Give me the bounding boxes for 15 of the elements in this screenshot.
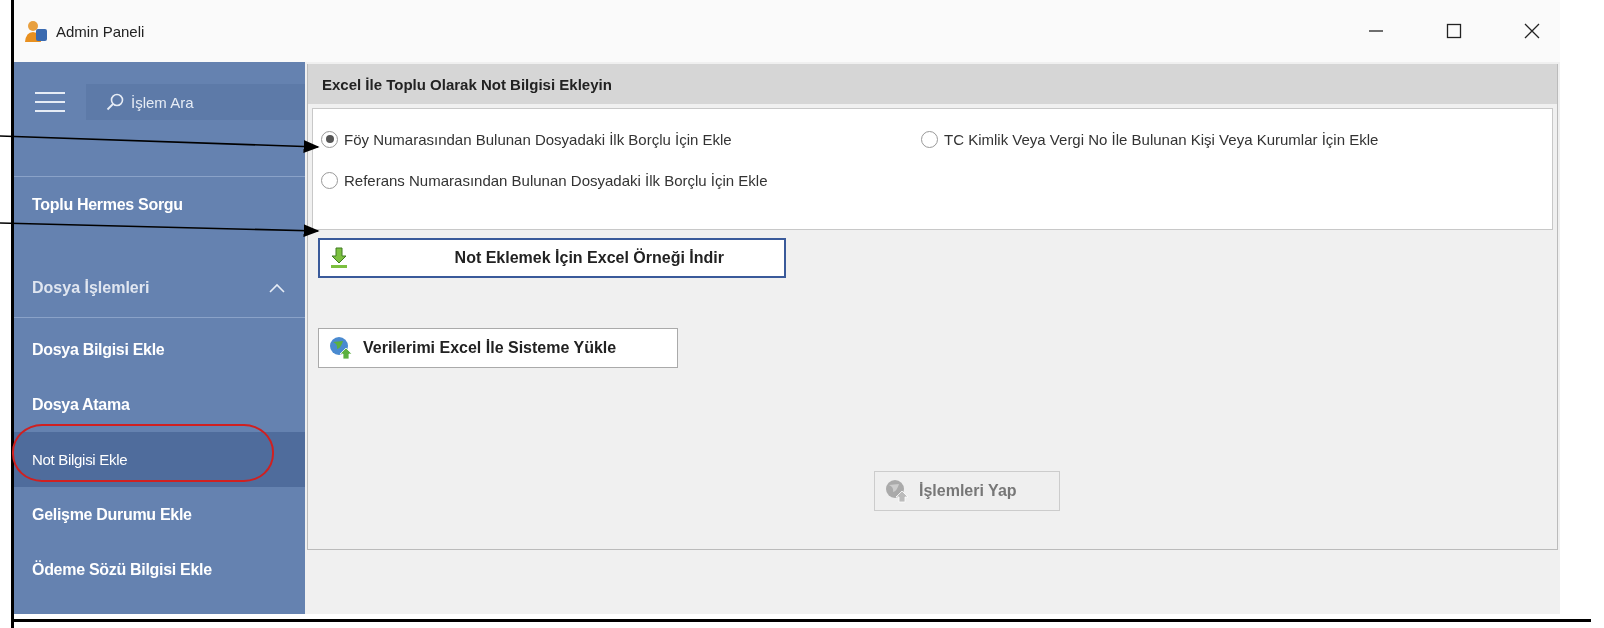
window-title: Admin Paneli [56, 22, 145, 40]
panel-title: Excel İle Toplu Olarak Not Bilgisi Ekleyin [308, 64, 1557, 104]
radio-option[interactable]: TC Kimlik Veya Vergi No İle Bulunan Kişi Veya Kurumlar İçin Ekle [921, 130, 1552, 148]
radio-option[interactable]: Referans Numarasından Bulunan Dosyadaki İlk Borçlu İçin Ekle [321, 172, 921, 189]
sidebar-item[interactable]: Dosya Atama [14, 377, 305, 432]
download-button[interactable]: Not Eklemek İçin Excel Örneği İndir [318, 238, 786, 278]
search-field[interactable]: İşlem Ara [86, 84, 305, 120]
sidebar-item[interactable]: Gelişme Durumu Ekle [14, 487, 305, 542]
sidebar-item[interactable]: Dosya Bilgisi Ekle [14, 322, 305, 377]
sidebar-item[interactable]: Not Bilgisi Ekle [14, 432, 305, 487]
sidebar-group[interactable]: Dosya İşlemleri [14, 259, 305, 318]
sidebar-item[interactable]: Toplu Hermes Sorgu [14, 177, 305, 233]
sidebar-item[interactable]: Ödeme Sözü Bilgisi Ekle [14, 542, 305, 597]
radio-option[interactable]: Föy Numarasından Bulunan Dosyadaki İlk Borçlu İçin Ekle [321, 130, 921, 148]
upload-button[interactable]: Verilerimi Excel İle Sisteme Yükle [318, 328, 678, 368]
